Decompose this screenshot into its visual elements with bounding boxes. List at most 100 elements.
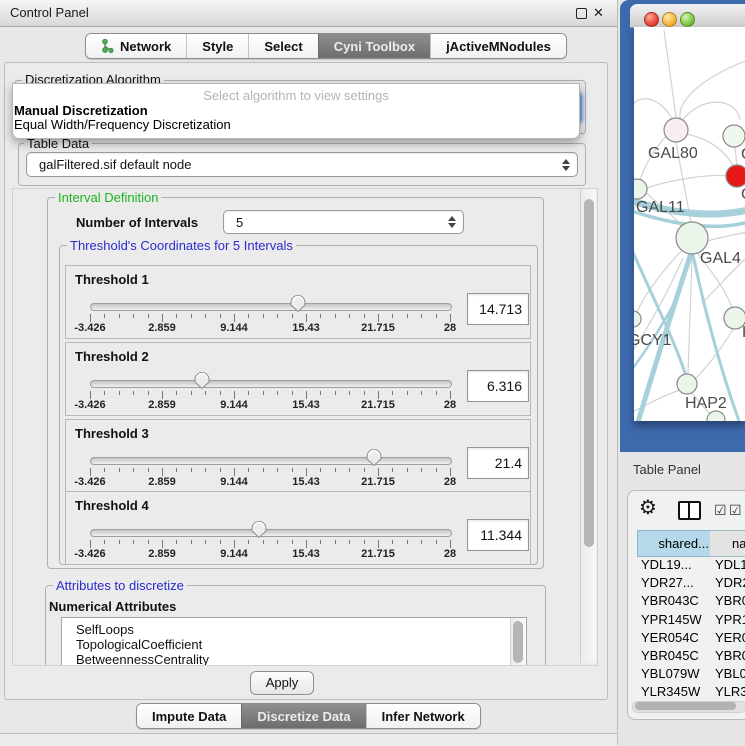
settings-scrollbar-thumb[interactable] xyxy=(584,199,594,547)
column-header-shared-name[interactable]: shared... xyxy=(637,530,717,557)
slider-tick xyxy=(176,391,177,395)
attribute-list-item[interactable]: TopologicalCoefficient xyxy=(76,637,202,652)
slider-thumb[interactable] xyxy=(194,372,210,390)
slider-tick xyxy=(306,468,307,476)
table-row[interactable]: YBR043CYBR0 xyxy=(637,593,745,611)
table-horizontal-scrollbar-thumb[interactable] xyxy=(635,702,736,710)
tab-cyni-toolbox[interactable]: Cyni Toolbox xyxy=(318,34,430,58)
table-row[interactable]: YDR27...YDR2 xyxy=(637,575,745,593)
tab-impute-data[interactable]: Impute Data xyxy=(137,704,241,728)
slider-tick xyxy=(320,468,321,472)
interval-definition-label: Interval Definition xyxy=(55,190,161,205)
cell-shared-name: YDR27... xyxy=(641,575,694,590)
slider-tick xyxy=(335,391,336,395)
apply-button[interactable]: Apply xyxy=(250,671,314,695)
threshold-value-field[interactable]: 11.344 xyxy=(467,519,529,551)
slider-tick-label: 9.144 xyxy=(204,399,264,411)
network-canvas[interactable]: GAL80GACGAL11GAL4GCY1HHAP2 xyxy=(634,27,745,421)
slider-track[interactable] xyxy=(90,303,452,311)
network-edge xyxy=(682,102,740,121)
tab-infer-network[interactable]: Infer Network xyxy=(366,704,480,728)
table-row[interactable]: YPR145WYPR1 xyxy=(637,612,745,630)
tab-discretize-data[interactable]: Discretize Data xyxy=(241,704,365,728)
checkbox-checked-icon[interactable]: ☑ xyxy=(729,502,742,519)
threshold-row: Threshold 1-3.4262.8599.14415.4321.71528… xyxy=(65,265,531,339)
threshold-row: Threshold 3-3.4262.8599.14415.4321.71528… xyxy=(65,419,531,493)
slider-tick xyxy=(392,468,393,472)
slider-tick xyxy=(436,540,437,544)
minimize-traffic-light-icon[interactable] xyxy=(662,12,677,27)
list-scrollbar[interactable] xyxy=(510,618,525,666)
network-node-label: GAL4 xyxy=(700,250,741,267)
stepper-icon[interactable] xyxy=(445,214,458,230)
network-node[interactable] xyxy=(707,411,725,421)
network-node[interactable] xyxy=(634,179,647,199)
threshold-value-field[interactable]: 14.713 xyxy=(467,293,529,325)
close-traffic-light-icon[interactable] xyxy=(644,12,659,27)
settings-scrollbar[interactable] xyxy=(580,189,596,663)
slider-thumb[interactable] xyxy=(251,521,267,539)
table-row[interactable]: YDL19...YDL1 xyxy=(637,557,745,575)
split-view-icon[interactable] xyxy=(678,501,701,520)
slider-track[interactable] xyxy=(90,529,452,537)
slider-tick xyxy=(234,314,235,322)
slider-tick xyxy=(320,540,321,544)
table-row[interactable]: YBR045CYBR0 xyxy=(637,648,745,666)
slider-track[interactable] xyxy=(90,380,452,388)
slider-tick-label: 9.144 xyxy=(204,322,264,334)
slider-track[interactable] xyxy=(90,457,452,465)
numerical-attributes-list[interactable]: SelfLoopsTopologicalCoefficientBetweenne… xyxy=(61,617,527,666)
slider-thumb[interactable] xyxy=(290,295,306,313)
network-edge xyxy=(647,176,727,189)
float-window-icon[interactable] xyxy=(576,8,587,19)
slider-tick xyxy=(263,468,264,472)
slider-tick xyxy=(133,314,134,318)
network-node[interactable] xyxy=(664,118,688,142)
stepper-icon[interactable] xyxy=(559,157,572,173)
slider-tick xyxy=(191,540,192,544)
threshold-value-field[interactable]: 6.316 xyxy=(467,370,529,402)
slider-tick xyxy=(292,314,293,318)
slider-tick-label: 15.43 xyxy=(276,322,336,334)
attribute-list-item[interactable]: SelfLoops xyxy=(76,622,134,637)
slider-tick xyxy=(176,468,177,472)
network-edge xyxy=(634,99,672,119)
table-row[interactable]: YLR345WYLR3 xyxy=(637,684,745,701)
network-node[interactable] xyxy=(726,165,745,187)
checkbox-checked-icon[interactable]: ☑ xyxy=(714,502,727,519)
network-node[interactable] xyxy=(677,374,697,394)
gear-icon[interactable]: ⚙ xyxy=(639,498,657,518)
slider-tick xyxy=(148,540,149,544)
zoom-traffic-light-icon[interactable] xyxy=(680,12,695,27)
slider-thumb[interactable] xyxy=(366,449,382,467)
slider-tick xyxy=(349,468,350,472)
table-row[interactable]: YBL079WYBL0 xyxy=(637,666,745,684)
tab-jactivemnodules[interactable]: jActiveMNodules xyxy=(430,34,566,58)
algorithm-menu-item[interactable]: Manual Discretization xyxy=(14,103,148,117)
table-row[interactable]: YER054CYER0 xyxy=(637,630,745,648)
tab-style[interactable]: Style xyxy=(186,34,248,58)
cell-shared-name: YDL19... xyxy=(641,557,692,572)
table-data-combobox[interactable]: galFiltered.sif default node xyxy=(26,152,578,177)
network-node[interactable] xyxy=(723,125,745,147)
column-header-name[interactable]: na xyxy=(710,530,745,557)
slider-tick xyxy=(162,468,163,476)
number-of-intervals-combobox[interactable]: 5 xyxy=(223,210,464,234)
tab-select[interactable]: Select xyxy=(248,34,317,58)
slider-tick xyxy=(349,540,350,544)
slider-tick xyxy=(306,391,307,399)
attribute-list-item[interactable]: BetweennessCentrality xyxy=(76,652,209,666)
network-node[interactable] xyxy=(634,311,641,327)
threshold-value-field[interactable]: 21.4 xyxy=(467,447,529,479)
tab-network[interactable]: Network xyxy=(86,34,186,58)
network-node-label: GCY1 xyxy=(634,332,672,349)
slider-tick-label: 2.859 xyxy=(132,476,192,488)
slider-tick xyxy=(277,391,278,395)
slider-tick-label: 15.43 xyxy=(276,548,336,560)
close-icon[interactable]: ✕ xyxy=(593,5,604,21)
slider-tick xyxy=(176,540,177,544)
slider-tick xyxy=(335,540,336,544)
tab-label: Infer Network xyxy=(382,709,465,724)
list-scrollbar-thumb[interactable] xyxy=(513,621,523,663)
algorithm-menu-item[interactable]: Equal Width/Frequency Discretization xyxy=(14,117,231,131)
